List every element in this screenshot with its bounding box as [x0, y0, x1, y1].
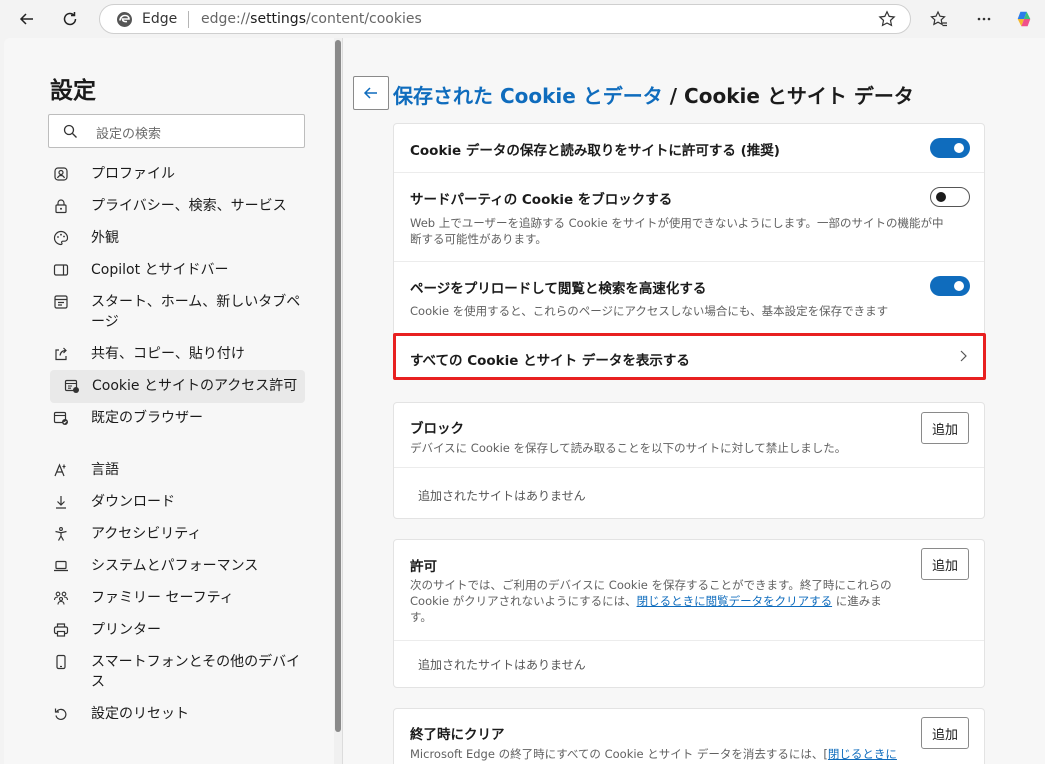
- copilot-button[interactable]: [1013, 8, 1035, 30]
- sidebar-scrollbar[interactable]: [334, 38, 342, 764]
- block-title: ブロック: [410, 421, 464, 437]
- breadcrumb-link-saved-cookies[interactable]: 保存された Cookie とデータ: [393, 84, 663, 108]
- breadcrumb-back-button[interactable]: [353, 76, 389, 110]
- allow-add-button[interactable]: 追加: [921, 548, 969, 580]
- accessibility-icon: [55, 527, 67, 541]
- block-card: ブロック デバイスに Cookie を保存して読み取ることを以下のサイトに対して…: [393, 402, 985, 519]
- profile-icon: [54, 167, 68, 181]
- browser-toolbar: Edge edge://settings/content/cookies: [0, 0, 1045, 38]
- laptop-icon: [54, 560, 68, 572]
- sidebar-item-reset[interactable]: 設定のリセット: [52, 704, 304, 724]
- sidebar-item-printers[interactable]: プリンター: [52, 620, 304, 640]
- separator: [394, 172, 984, 173]
- home-tab-icon: [54, 295, 68, 309]
- sidebar-item-appearance[interactable]: 外観: [52, 228, 304, 248]
- share-icon: [55, 347, 67, 361]
- sidebar-item-phone[interactable]: スマートフォンとその他のデバイス: [52, 652, 304, 692]
- separator: [394, 640, 984, 641]
- sidebar-item-cookies[interactable]: Cookie とサイトのアクセス許可: [50, 370, 305, 403]
- language-icon: [54, 463, 66, 477]
- sidebar-icon: [53, 264, 69, 276]
- sidebar-item-profile[interactable]: プロファイル: [52, 164, 304, 184]
- block-third-party-desc: Web 上でユーザーを追跡する Cookie をサイトが使用できないようにします…: [410, 216, 944, 246]
- clear-on-exit-card: 終了時にクリア Microsoft Edge の終了時にすべての Cookie …: [393, 708, 985, 764]
- scroll-thumb[interactable]: [335, 40, 341, 732]
- breadcrumb: 保存された Cookie とデータ / Cookie とサイト データ: [393, 80, 914, 109]
- back-nav-button[interactable]: [14, 6, 40, 32]
- separator: [394, 261, 984, 262]
- sidebar-item-family[interactable]: ファミリー セーフティ: [52, 588, 304, 608]
- settings-search-input[interactable]: 設定の検索: [48, 114, 305, 148]
- search-icon: [63, 124, 77, 138]
- sidebar-item-downloads[interactable]: ダウンロード: [52, 492, 304, 512]
- arrow-left-icon: [19, 13, 33, 25]
- refresh-icon: [63, 12, 77, 26]
- arrow-left-icon: [363, 87, 377, 99]
- sidebar-item-copilot[interactable]: Copilot とサイドバー: [52, 260, 304, 280]
- separator: [394, 467, 984, 468]
- sidebar-item-privacy[interactable]: プライバシー、検索、サービス: [52, 196, 304, 216]
- sidebar-item-language[interactable]: 言語: [52, 460, 304, 480]
- clear-on-exit-add-button[interactable]: 追加: [921, 717, 969, 749]
- printer-icon: [53, 623, 69, 637]
- sidebar-item-accessibility[interactable]: アクセシビリティ: [52, 524, 304, 544]
- sidebar-item-system[interactable]: システムとパフォーマンス: [52, 556, 304, 576]
- address-brand: Edge: [142, 11, 178, 27]
- family-icon: [53, 591, 69, 605]
- see-all-cookies-row[interactable]: すべての Cookie とサイト データを表示する: [393, 333, 986, 380]
- block-third-party-toggle[interactable]: [930, 187, 970, 207]
- allow-title: 許可: [410, 559, 437, 575]
- address-separator: [188, 11, 189, 28]
- allow-cookies-title: Cookie データの保存と読み取りをサイトに許可する (推奨): [410, 143, 780, 159]
- cookie-permission-icon: [64, 379, 79, 393]
- lock-icon: [55, 199, 67, 214]
- block-desc: デバイスに Cookie を保存して読み取ることを以下のサイトに対して禁止しまし…: [410, 441, 847, 455]
- search-placeholder: 設定の検索: [96, 127, 162, 142]
- allow-cookies-toggle[interactable]: [930, 138, 970, 158]
- preload-toggle[interactable]: [930, 276, 970, 296]
- more-menu-button[interactable]: [973, 8, 995, 30]
- copilot-icon: [1017, 11, 1031, 27]
- palette-icon: [53, 230, 69, 246]
- refresh-button[interactable]: [57, 6, 83, 32]
- allow-desc: 次のサイトでは、ご利用のデバイスに Cookie を保存することができます。終了…: [410, 578, 892, 624]
- sidebar-item-default-browser[interactable]: 既定のブラウザー: [52, 408, 304, 428]
- preload-desc: Cookie を使用すると、これらのページにアクセスしない場合にも、基本設定を保…: [410, 304, 889, 318]
- edge-logo-icon: [117, 12, 132, 27]
- clear-on-exit-title: 終了時にクリア: [410, 727, 505, 743]
- block-add-button[interactable]: 追加: [921, 412, 969, 444]
- favorites-button[interactable]: [928, 8, 950, 30]
- page-title: / Cookie とサイト データ: [662, 84, 914, 108]
- address-bar[interactable]: Edge edge://settings/content/cookies: [99, 4, 911, 34]
- block-third-party-title: サードパーティの Cookie をブロックする: [410, 192, 673, 208]
- sidebar-item-start-home[interactable]: スタート、ホーム、新しいタブページ: [52, 292, 304, 332]
- clear-on-exit-desc: Microsoft Edge の終了時にすべての Cookie とサイト データ…: [410, 747, 897, 761]
- allow-empty-text: 追加されたサイトはありません: [418, 658, 586, 672]
- see-all-cookies-title: すべての Cookie とサイト データを表示する: [410, 353, 690, 369]
- download-icon: [56, 496, 66, 509]
- block-empty-text: 追加されたサイトはありません: [418, 489, 586, 503]
- address-url: edge://settings/content/cookies: [201, 11, 422, 27]
- sidebar-item-share-copy[interactable]: 共有、コピー、貼り付け: [52, 344, 304, 364]
- clear-on-close-link[interactable]: 閉じるときに閲覧データをクリアする: [637, 594, 833, 608]
- allow-card: 許可 次のサイトでは、ご利用のデバイスに Cookie を保存することができます…: [393, 539, 985, 688]
- ellipsis-icon: [977, 17, 991, 21]
- reset-icon: [54, 708, 67, 720]
- favorite-star-icon[interactable]: [878, 10, 896, 28]
- favorites-icon: [930, 10, 947, 27]
- chevron-right-icon: [960, 350, 967, 362]
- preload-title: ページをプリロードして閲覧と検索を高速化する: [410, 281, 707, 297]
- settings-title: 設定: [50, 78, 96, 104]
- clear-on-exit-link[interactable]: 閉じるときに: [828, 747, 897, 761]
- browser-icon: [53, 411, 68, 425]
- phone-icon: [56, 654, 66, 670]
